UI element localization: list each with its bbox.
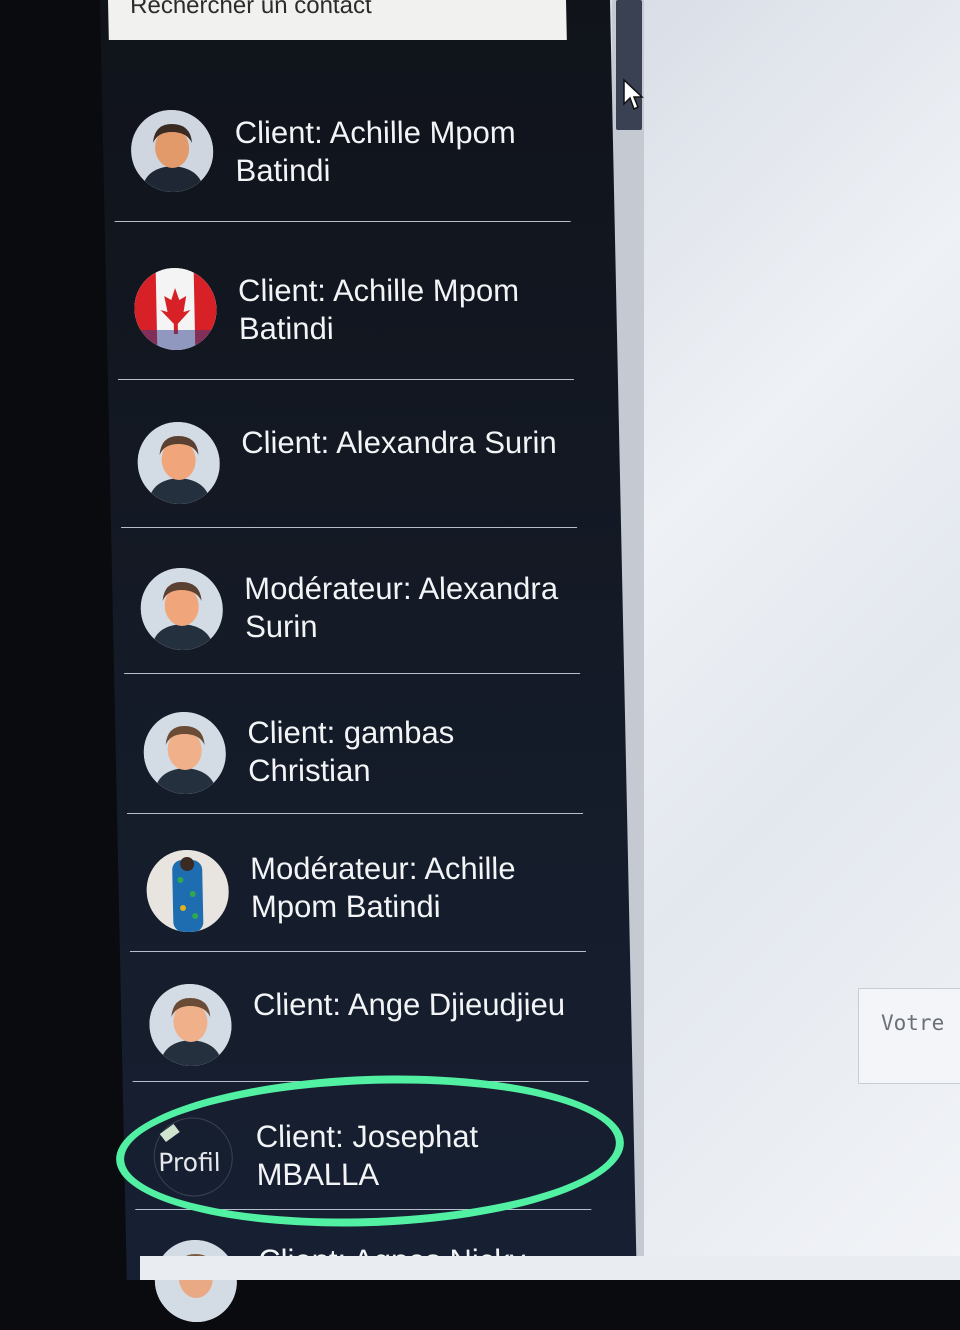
- contact-name: Client: Alexandra Surin: [240, 425, 557, 460]
- person-avatar-icon: [153, 1240, 238, 1322]
- contact-item[interactable]: Client: Achille Mpom Batindi: [112, 100, 571, 222]
- person-avatar-icon: [142, 712, 227, 794]
- contact-item[interactable]: Client: Alexandra Surin: [117, 380, 578, 528]
- contact-item[interactable]: Modérateur: Achille Mpom Batindi: [127, 814, 586, 952]
- message-input-box[interactable]: Votre: [858, 988, 960, 1084]
- person-avatar-icon: [139, 568, 224, 650]
- contact-name: Client: gambas Christian: [246, 715, 455, 788]
- search-input[interactable]: [129, 0, 545, 20]
- contact-item[interactable]: Modérateur: Alexandra Surin: [121, 528, 581, 674]
- contact-item[interactable]: Client: Ange Djieudjieu: [129, 952, 589, 1082]
- contact-name: Client: Achille Mpom Batindi: [237, 273, 520, 346]
- person-avatar-icon: [148, 984, 233, 1066]
- contact-name: Modérateur: Achille Mpom Batindi: [249, 851, 516, 924]
- person-avatar-icon: [130, 110, 215, 192]
- chat-content-area: [610, 0, 960, 1280]
- contact-name: Client: Achille Mpom Batindi: [234, 115, 516, 188]
- search-box[interactable]: [107, 0, 567, 40]
- contact-item[interactable]: Client: gambas Christian: [124, 674, 584, 814]
- contact-name: Client: Ange Djieudjieu: [252, 987, 566, 1022]
- contact-item[interactable]: Client: Achille Mpom Batindi: [114, 222, 574, 380]
- mouse-cursor-icon: [623, 78, 644, 111]
- photo-avatar-icon: [145, 850, 230, 932]
- message-input-placeholder: Votre: [881, 1011, 945, 1035]
- taskbar: [140, 1256, 960, 1280]
- person-avatar-icon: [136, 422, 221, 504]
- canada-flag-avatar-icon: [133, 268, 218, 350]
- contact-name: Modérateur: Alexandra Surin: [243, 571, 559, 644]
